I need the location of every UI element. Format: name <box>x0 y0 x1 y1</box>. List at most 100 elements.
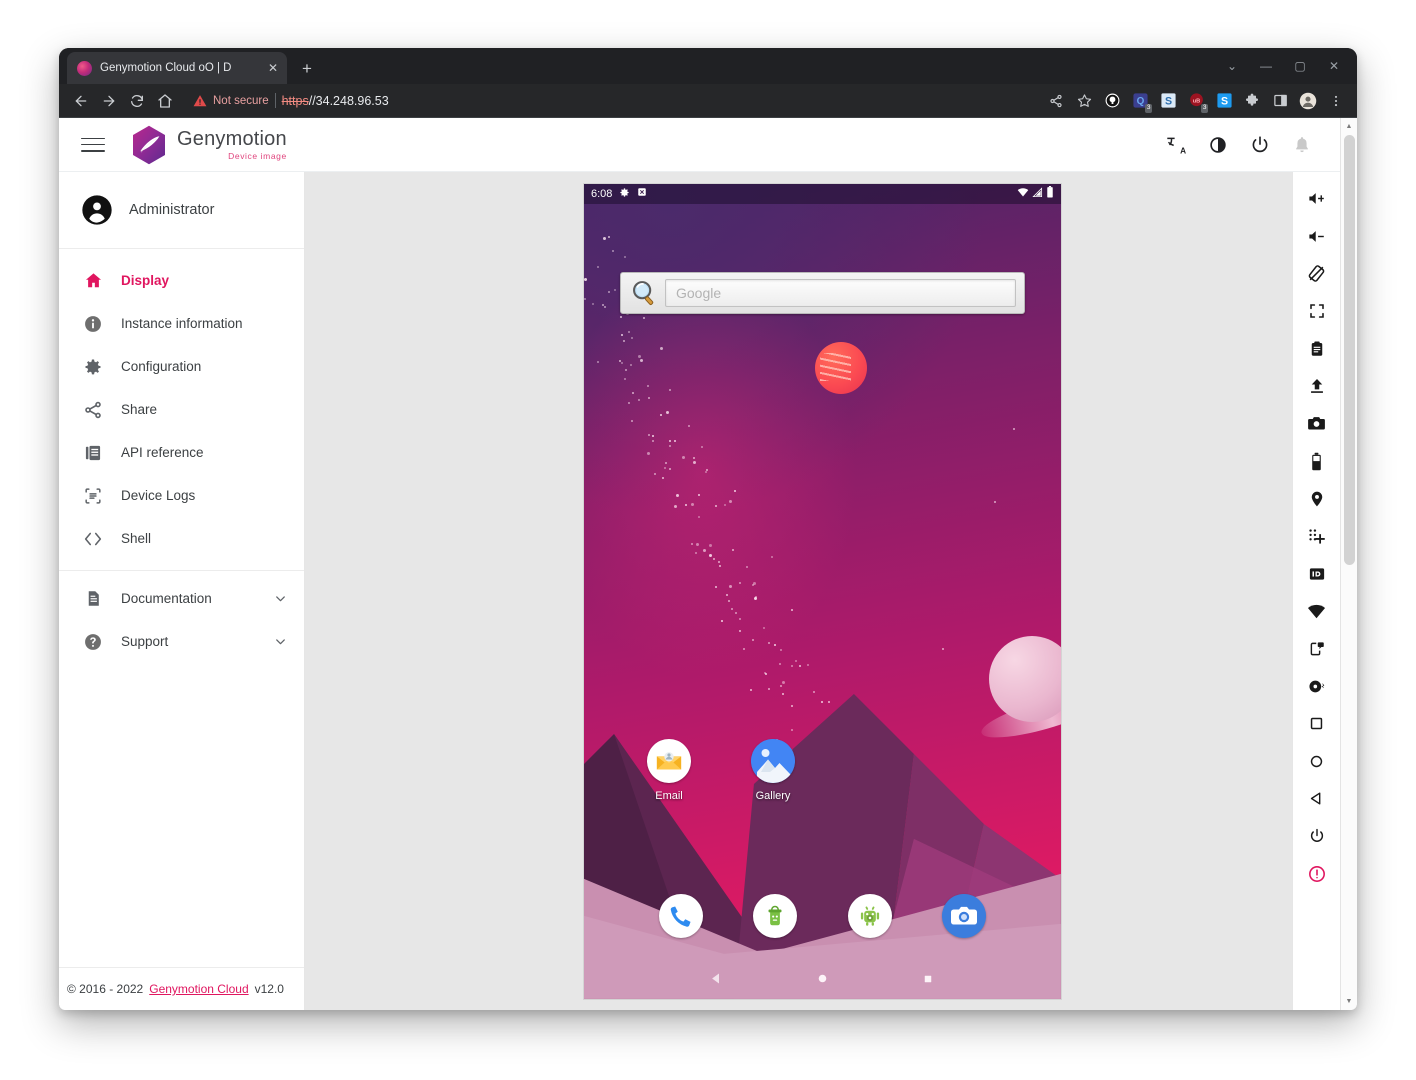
side-panel-icon[interactable] <box>1267 88 1293 114</box>
battery-icon[interactable] <box>1297 443 1337 481</box>
extension-ub-red-icon[interactable]: uB 3 <box>1183 88 1209 114</box>
reload-button[interactable] <box>123 87 151 115</box>
app-label: Email <box>655 789 683 802</box>
chevron-down-icon[interactable] <box>273 634 288 649</box>
notifications-bell-icon[interactable] <box>1290 133 1314 157</box>
header-actions: A <box>1164 133 1314 157</box>
home-app-row: Email Gallery <box>636 738 806 802</box>
back-triangle-icon[interactable] <box>1297 780 1337 818</box>
hamburger-menu-icon[interactable] <box>79 133 107 157</box>
multitouch-icon[interactable] <box>1297 518 1337 556</box>
chrome-menu-icon[interactable] <box>1323 88 1349 114</box>
dock-slot-camera[interactable] <box>917 893 1011 938</box>
genymotion-hex-logo-icon <box>133 125 165 164</box>
power-button-icon[interactable] <box>1297 818 1337 856</box>
app-gallery[interactable]: Gallery <box>740 738 806 802</box>
info-icon <box>81 312 105 336</box>
device-screen[interactable]: 6:08 Google Email Gallery <box>584 183 1061 999</box>
back-button[interactable] <box>67 87 95 115</box>
android-dock <box>584 893 1061 938</box>
clipboard-icon[interactable] <box>1297 330 1337 368</box>
scroll-up-arrow[interactable]: ▲ <box>1341 118 1358 135</box>
gps-location-icon[interactable] <box>1297 480 1337 518</box>
minimize-button[interactable]: — <box>1249 50 1283 82</box>
tab-title: Genymotion Cloud oO | D <box>100 62 232 74</box>
volume-up-icon[interactable] <box>1297 180 1337 218</box>
sidebar-item-api-reference[interactable]: API reference <box>59 431 304 474</box>
google-search-widget[interactable]: Google <box>620 271 1025 314</box>
sidebar-item-shell[interactable]: Shell <box>59 517 304 560</box>
maximize-button[interactable]: ▢ <box>1283 50 1317 82</box>
profile-avatar-icon[interactable] <box>1295 88 1321 114</box>
page-scrollbar[interactable]: ▲ ▼ <box>1340 118 1357 1010</box>
extension-ub-badge: 3 <box>1201 104 1208 113</box>
disk-io-icon[interactable] <box>1297 668 1337 706</box>
android-status-bar: 6:08 <box>584 183 1061 204</box>
search-input[interactable]: Google <box>665 278 1016 307</box>
power-icon[interactable] <box>1248 133 1272 157</box>
app-email[interactable]: Email <box>636 738 702 802</box>
bookmark-star-icon[interactable] <box>1071 88 1097 114</box>
address-bar[interactable]: Not secure https//34.248.96.53 <box>193 93 1033 108</box>
extension-q-icon[interactable]: Q 3 <box>1127 88 1153 114</box>
forward-button[interactable] <box>95 87 123 115</box>
extension-s-blue-icon[interactable]: S <box>1155 88 1181 114</box>
android-home-button[interactable] <box>807 964 837 994</box>
upload-icon[interactable] <box>1297 368 1337 406</box>
sidebar-item-label: Display <box>121 273 170 288</box>
extension-s-cyan-icon[interactable]: S <box>1211 88 1237 114</box>
volume-down-icon[interactable] <box>1297 218 1337 256</box>
new-tab-button[interactable]: + <box>295 56 319 80</box>
scroll-down-arrow[interactable]: ▼ <box>1341 993 1358 1010</box>
translate-icon[interactable]: A <box>1164 133 1188 157</box>
phone-sms-icon[interactable] <box>1297 630 1337 668</box>
sidebar-item-instance-information[interactable]: Instance information <box>59 302 304 345</box>
brightness-icon[interactable] <box>1206 133 1230 157</box>
extension-keepass-icon[interactable] <box>1099 88 1125 114</box>
browser-tab[interactable]: Genymotion Cloud oO | D ✕ <box>67 52 287 84</box>
sidebar-item-device-logs[interactable]: Device Logs <box>59 474 304 517</box>
share-icon[interactable] <box>1043 88 1069 114</box>
rotate-icon[interactable] <box>1297 255 1337 293</box>
device-logs-icon <box>81 484 105 508</box>
sidebar-group-support[interactable]: Support <box>59 620 304 663</box>
chevron-down-icon[interactable] <box>273 591 288 606</box>
alert-exclamation-icon[interactable] <box>1297 855 1337 893</box>
dock-slot-settings[interactable] <box>823 893 917 938</box>
identifiers-id-icon[interactable] <box>1297 555 1337 593</box>
user-name: Administrator <box>129 202 215 218</box>
settings-status-icon <box>619 187 630 201</box>
android-recents-button[interactable] <box>913 964 943 994</box>
recents-square-icon[interactable] <box>1297 705 1337 743</box>
not-secure-warning-icon <box>193 94 207 108</box>
close-tab-icon[interactable]: ✕ <box>265 60 281 76</box>
browser-menu-chevron-icon[interactable]: ⌄ <box>1215 50 1249 82</box>
window-controls: ⌄ — ▢ ✕ <box>1215 50 1351 82</box>
scrollbar-thumb[interactable] <box>1344 135 1355 565</box>
app-header: Genymotion Device image A <box>59 118 1340 172</box>
user-block[interactable]: Administrator <box>59 172 304 249</box>
dock-slot-phone[interactable] <box>634 893 728 938</box>
document-icon <box>81 587 105 611</box>
home-circle-icon[interactable] <box>1297 743 1337 781</box>
genymotion-cloud-link[interactable]: Genymotion Cloud <box>149 982 248 996</box>
status-right-icons <box>1017 186 1054 201</box>
extensions-puzzle-icon[interactable] <box>1239 88 1265 114</box>
sidebar-item-display[interactable]: Display <box>59 259 304 302</box>
sidebar-item-configuration[interactable]: Configuration <box>59 345 304 388</box>
home-button[interactable] <box>151 87 179 115</box>
network-wifi-icon[interactable] <box>1297 593 1337 631</box>
browser-toolbar: Not secure https//34.248.96.53 Q 3 S uB <box>59 84 1357 118</box>
sidebar-group-documentation[interactable]: Documentation <box>59 577 304 620</box>
fullscreen-icon[interactable] <box>1297 293 1337 331</box>
dock-slot-market[interactable] <box>728 893 822 938</box>
brand-tagline: Device image <box>228 150 287 161</box>
sidebar-item-share[interactable]: Share <box>59 388 304 431</box>
device-frame: 6:08 Google Email Gallery <box>584 183 1061 999</box>
screenshot-camera-icon[interactable] <box>1297 405 1337 443</box>
close-window-button[interactable]: ✕ <box>1317 50 1351 82</box>
android-back-button[interactable] <box>702 964 732 994</box>
share-icon <box>81 398 105 422</box>
home-icon <box>81 269 105 293</box>
wifi-status-icon <box>1017 186 1029 201</box>
